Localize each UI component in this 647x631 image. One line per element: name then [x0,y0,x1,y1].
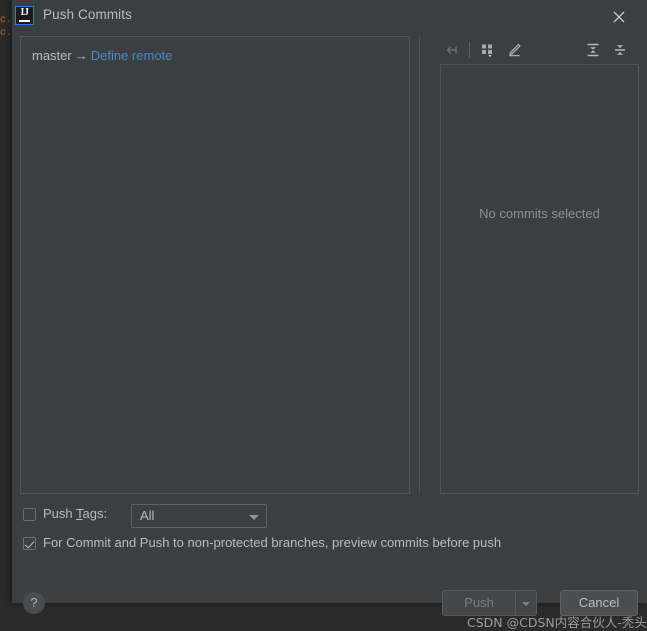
cancel-button[interactable]: Cancel [560,590,638,616]
intellij-idea-icon: IJ [15,6,34,25]
preview-commits-label: For Commit and Push to non-protected bra… [43,535,502,550]
collapse-all-icon [615,45,625,55]
push-tags-label-post: ags: [82,506,108,521]
source-branch-label: master [32,48,72,63]
push-split-button: Push [442,590,537,616]
edit-commit-message-button[interactable] [503,39,525,61]
push-tags-checkbox[interactable] [23,508,36,521]
push-tags-label-pre: Push [43,506,77,521]
help-question-mark-icon: ? [30,595,38,610]
dialog-titlebar: IJ Push Commits [12,0,647,32]
background-code-text: c. c. [0,15,13,39]
preview-commits-checkbox[interactable] [23,537,36,550]
push-target-row: master → Define remote [32,48,172,63]
push-options-dropdown-button[interactable] [515,590,537,616]
app-icon-letters: IJ [20,7,29,18]
no-commits-selected-message: No commits selected [479,206,600,221]
expand-all-icon [587,43,599,57]
detail-side: No commits selected [427,36,639,494]
expand-all-button[interactable] [582,39,604,61]
push-tags-selected-value: All [140,508,155,523]
help-button[interactable]: ? [23,592,45,614]
show-diff-preview-button[interactable] [477,39,499,61]
detail-toolbar [427,36,639,64]
collapse-to-left-icon [446,46,457,54]
push-button[interactable]: Push [442,590,515,616]
edit-pencil-icon [509,43,521,57]
define-remote-link[interactable]: Define remote [91,48,173,63]
panel-splitter[interactable] [419,36,420,494]
toolbar-separator [469,42,470,58]
chevron-down-icon [249,515,259,520]
collapse-to-left-button[interactable] [440,39,462,61]
dialog-body: master → Define remote No commits select… [12,32,647,630]
push-tags-dropdown[interactable]: All [131,504,267,528]
app-icon-underline [19,19,30,22]
push-commits-dialog: IJ Push Commits master → Define remote N… [12,0,647,630]
show-diff-preview-icon [482,44,492,58]
dialog-title: Push Commits [43,7,132,22]
close-button[interactable] [599,0,639,32]
commit-detail-panel: No commits selected [440,64,639,494]
push-tags-label: Push Tags: [43,506,107,521]
ide-backdrop: c. c. [0,0,12,603]
close-icon [613,11,625,23]
arrow-right-icon: → [74,48,88,63]
collapse-all-button[interactable] [609,39,631,61]
commit-list-panel[interactable]: master → Define remote [20,36,410,494]
